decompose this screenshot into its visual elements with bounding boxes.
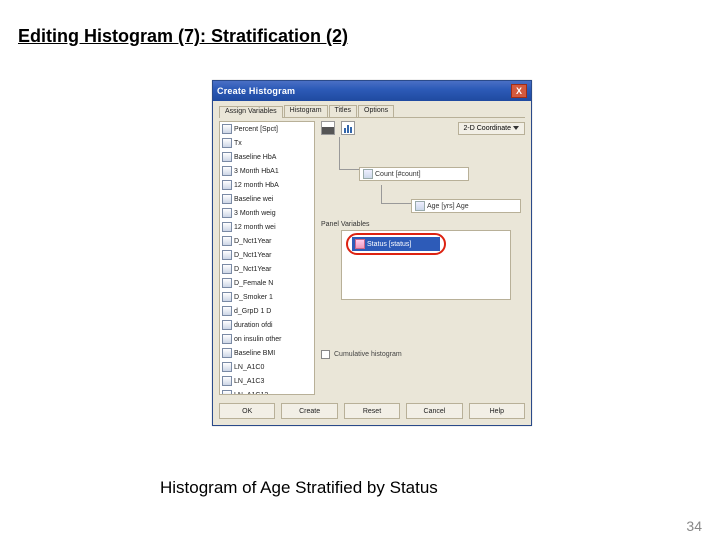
list-item[interactable]: D_Smoker 1 <box>220 290 314 304</box>
connector-line <box>339 137 340 169</box>
variable-icon <box>415 201 425 211</box>
variable-icon <box>222 236 232 246</box>
variable-icon <box>222 208 232 218</box>
reset-button[interactable]: Reset <box>344 403 400 419</box>
dialog-button-row: OK Create Reset Cancel Help <box>219 403 525 419</box>
chevron-down-icon <box>513 126 519 130</box>
variable-icon <box>222 250 232 260</box>
cumulative-checkbox[interactable] <box>321 350 330 359</box>
variable-icon <box>222 152 232 162</box>
slide-title: Editing Histogram (7): Stratification (2… <box>18 26 348 47</box>
list-item[interactable]: Tx <box>220 136 314 150</box>
cumulative-label: Cumulative histogram <box>334 351 402 358</box>
tab-options[interactable]: Options <box>358 105 394 117</box>
list-item[interactable]: 3 Month weig <box>220 206 314 220</box>
assign-variables-panel: Percent [Spct] Tx Baseline HbA 3 Month H… <box>219 119 525 397</box>
variable-icon <box>222 138 232 148</box>
variable-icon <box>222 264 232 274</box>
age-dropzone[interactable]: Age [yrs] Age <box>411 199 521 213</box>
page-number: 34 <box>686 518 702 534</box>
cancel-button[interactable]: Cancel <box>406 403 462 419</box>
list-item[interactable]: 12 month wei <box>220 220 314 234</box>
list-item[interactable]: duration ofdi <box>220 318 314 332</box>
list-item[interactable]: Baseline BMI <box>220 346 314 360</box>
variable-icon <box>363 169 373 179</box>
tab-strip: Assign Variables Histogram Titles Option… <box>219 105 525 118</box>
ok-button[interactable]: OK <box>219 403 275 419</box>
close-button[interactable]: X <box>511 84 527 98</box>
variable-icon <box>222 306 232 316</box>
list-item[interactable]: Percent [Spct] <box>220 122 314 136</box>
coordinate-dropdown[interactable]: 2-D Coordinate <box>458 122 525 135</box>
variable-icon <box>355 239 365 249</box>
variable-icon <box>222 376 232 386</box>
variable-icon <box>222 124 232 134</box>
connector-line <box>381 203 411 204</box>
variable-icon <box>222 292 232 302</box>
panel-variables-dropzone[interactable]: Status [status] <box>341 230 511 300</box>
variable-icon <box>222 194 232 204</box>
list-item[interactable]: on insulin other <box>220 332 314 346</box>
variable-icon <box>222 180 232 190</box>
count-dropzone[interactable]: Count [#count] <box>359 167 469 181</box>
bar-glyph-icon <box>321 121 335 135</box>
variable-icon <box>222 222 232 232</box>
list-item[interactable]: d_GrpD 1 D <box>220 304 314 318</box>
variable-icon <box>222 166 232 176</box>
list-item[interactable]: Baseline HbA <box>220 150 314 164</box>
list-item[interactable]: 12 month HbA <box>220 178 314 192</box>
list-item[interactable]: D_Nct1Year <box>220 234 314 248</box>
variable-list[interactable]: Percent [Spct] Tx Baseline HbA 3 Month H… <box>219 121 315 395</box>
status-variable-chip[interactable]: Status [status] <box>352 237 440 251</box>
list-item[interactable]: Baseline wei <box>220 192 314 206</box>
tab-histogram[interactable]: Histogram <box>284 105 328 117</box>
connector-line <box>339 169 359 170</box>
connector-line <box>381 185 382 203</box>
list-item[interactable]: 3 Month HbA1 <box>220 164 314 178</box>
variable-icon <box>222 348 232 358</box>
variable-icon <box>222 390 232 395</box>
list-item[interactable]: LN_A1C12 <box>220 388 314 395</box>
tab-titles[interactable]: Titles <box>329 105 357 117</box>
slide-caption: Histogram of Age Stratified by Status <box>160 478 438 498</box>
variable-icon <box>222 362 232 372</box>
tab-assign-variables[interactable]: Assign Variables <box>219 106 283 118</box>
list-item[interactable]: D_Nct1Year <box>220 262 314 276</box>
list-item[interactable]: D_Nct1Year <box>220 248 314 262</box>
variable-icon <box>222 278 232 288</box>
list-item[interactable]: D_Female N <box>220 276 314 290</box>
series-glyph-icon <box>341 121 355 135</box>
list-item[interactable]: LN_A1C0 <box>220 360 314 374</box>
help-button[interactable]: Help <box>469 403 525 419</box>
panel-variables-label: Panel Variables <box>321 221 525 228</box>
dialog-title: Create Histogram <box>217 86 511 96</box>
list-item[interactable]: LN_A1C3 <box>220 374 314 388</box>
variable-icon <box>222 334 232 344</box>
variable-icon <box>222 320 232 330</box>
create-histogram-dialog: Create Histogram X Assign Variables Hist… <box>212 80 532 426</box>
create-button[interactable]: Create <box>281 403 337 419</box>
titlebar[interactable]: Create Histogram X <box>213 81 531 101</box>
